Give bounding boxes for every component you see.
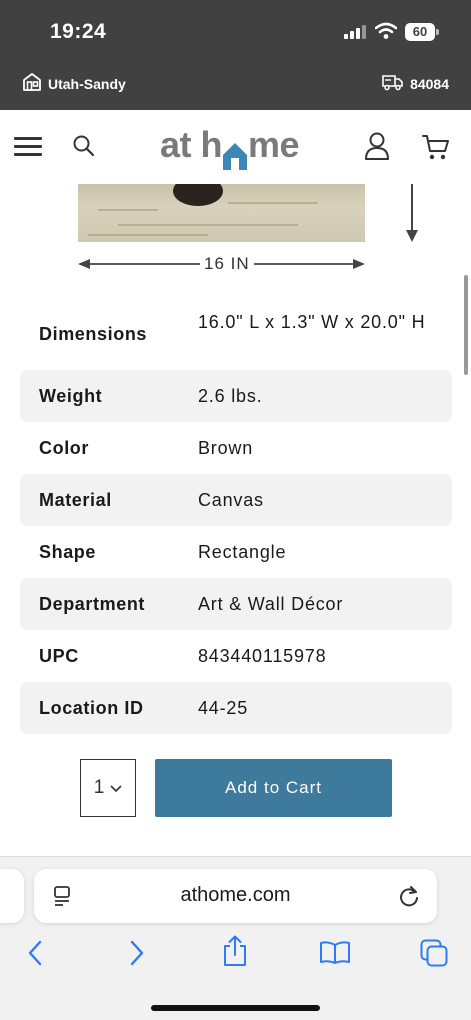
spec-row: Department Art & Wall Décor bbox=[20, 578, 452, 630]
spec-row: Dimensions 16.0" L x 1.3" W x 20.0" H bbox=[20, 300, 452, 368]
address-bar[interactable]: athome.com bbox=[34, 869, 437, 923]
spec-row: Location ID 44-25 bbox=[20, 682, 452, 734]
spec-value: 44-25 bbox=[198, 698, 249, 718]
delivery-truck-icon bbox=[382, 73, 404, 94]
account-icon[interactable] bbox=[364, 132, 390, 165]
store-bar: Utah-Sandy 84084 bbox=[0, 62, 471, 110]
browser-toolbar: athome.com bbox=[0, 856, 471, 1020]
width-dimension-label: 16 IN bbox=[200, 254, 254, 274]
hamburger-menu-icon[interactable] bbox=[14, 137, 42, 157]
delivery-zip-selector[interactable]: 84084 bbox=[382, 73, 449, 94]
at-home-logo[interactable]: at h me bbox=[160, 124, 300, 170]
width-dimension: 16 IN bbox=[78, 254, 365, 276]
storefront-icon bbox=[22, 73, 42, 94]
quantity-select[interactable]: 1 bbox=[80, 759, 136, 817]
spec-row: UPC 843440115978 bbox=[20, 630, 452, 682]
status-bar: 19:24 60 bbox=[0, 0, 471, 62]
chevron-down-icon bbox=[110, 777, 122, 799]
specifications-table: Dimensions 16.0" L x 1.3" W x 20.0" H We… bbox=[20, 300, 452, 734]
forward-icon[interactable] bbox=[128, 939, 146, 972]
spec-row: Weight 2.6 lbs. bbox=[20, 370, 452, 422]
tabs-icon[interactable] bbox=[420, 939, 448, 972]
logo-house-icon bbox=[223, 138, 248, 170]
wifi-icon bbox=[374, 22, 398, 45]
battery-indicator: 60 bbox=[405, 23, 439, 41]
spec-row: Material Canvas bbox=[20, 474, 452, 526]
url-text: athome.com bbox=[180, 884, 291, 906]
spec-key: Department bbox=[39, 593, 146, 614]
share-icon[interactable] bbox=[222, 935, 248, 972]
spec-key: UPC bbox=[39, 645, 79, 666]
reload-icon[interactable] bbox=[398, 884, 420, 913]
home-indicator bbox=[151, 1005, 320, 1011]
product-image bbox=[78, 184, 365, 242]
spec-key: Weight bbox=[39, 385, 103, 406]
status-time: 19:24 bbox=[50, 20, 107, 43]
site-header: at h me bbox=[0, 110, 471, 184]
spec-row: Color Brown bbox=[20, 422, 452, 474]
cart-icon[interactable] bbox=[422, 133, 450, 166]
spec-row: Shape Rectangle bbox=[20, 526, 452, 578]
spec-key: Shape bbox=[39, 541, 97, 562]
spec-value: Rectangle bbox=[198, 542, 287, 562]
logo-text-right: me bbox=[248, 124, 300, 165]
spec-key: Dimensions bbox=[39, 323, 148, 344]
add-to-cart-button[interactable]: Add to Cart bbox=[155, 759, 392, 817]
spec-value: 843440115978 bbox=[198, 646, 327, 666]
spec-key: Location ID bbox=[39, 697, 144, 718]
product-image-dark-area bbox=[173, 184, 223, 206]
spec-value: Canvas bbox=[198, 490, 264, 510]
search-icon[interactable] bbox=[72, 134, 96, 163]
cellular-signal-icon bbox=[344, 25, 368, 39]
previous-tab-preview[interactable] bbox=[0, 869, 24, 923]
spec-key: Material bbox=[39, 489, 112, 510]
zip-code-label: 84084 bbox=[410, 75, 449, 92]
logo-text-left: at h bbox=[160, 124, 223, 165]
spec-value: 2.6 lbs. bbox=[198, 386, 263, 406]
spec-key: Color bbox=[39, 437, 89, 458]
spec-value: 16.0" L x 1.3" W x 20.0" H bbox=[198, 312, 426, 332]
store-selector[interactable]: Utah-Sandy bbox=[22, 73, 126, 94]
spec-value: Art & Wall Décor bbox=[198, 594, 344, 614]
store-location-label: Utah-Sandy bbox=[48, 75, 126, 92]
bookmarks-icon[interactable] bbox=[319, 941, 351, 970]
spec-value: Brown bbox=[198, 438, 254, 458]
height-dimension-arrow bbox=[405, 184, 419, 249]
quantity-value: 1 bbox=[93, 777, 105, 798]
back-icon[interactable] bbox=[26, 939, 44, 972]
page-scrollbar[interactable] bbox=[464, 275, 468, 375]
